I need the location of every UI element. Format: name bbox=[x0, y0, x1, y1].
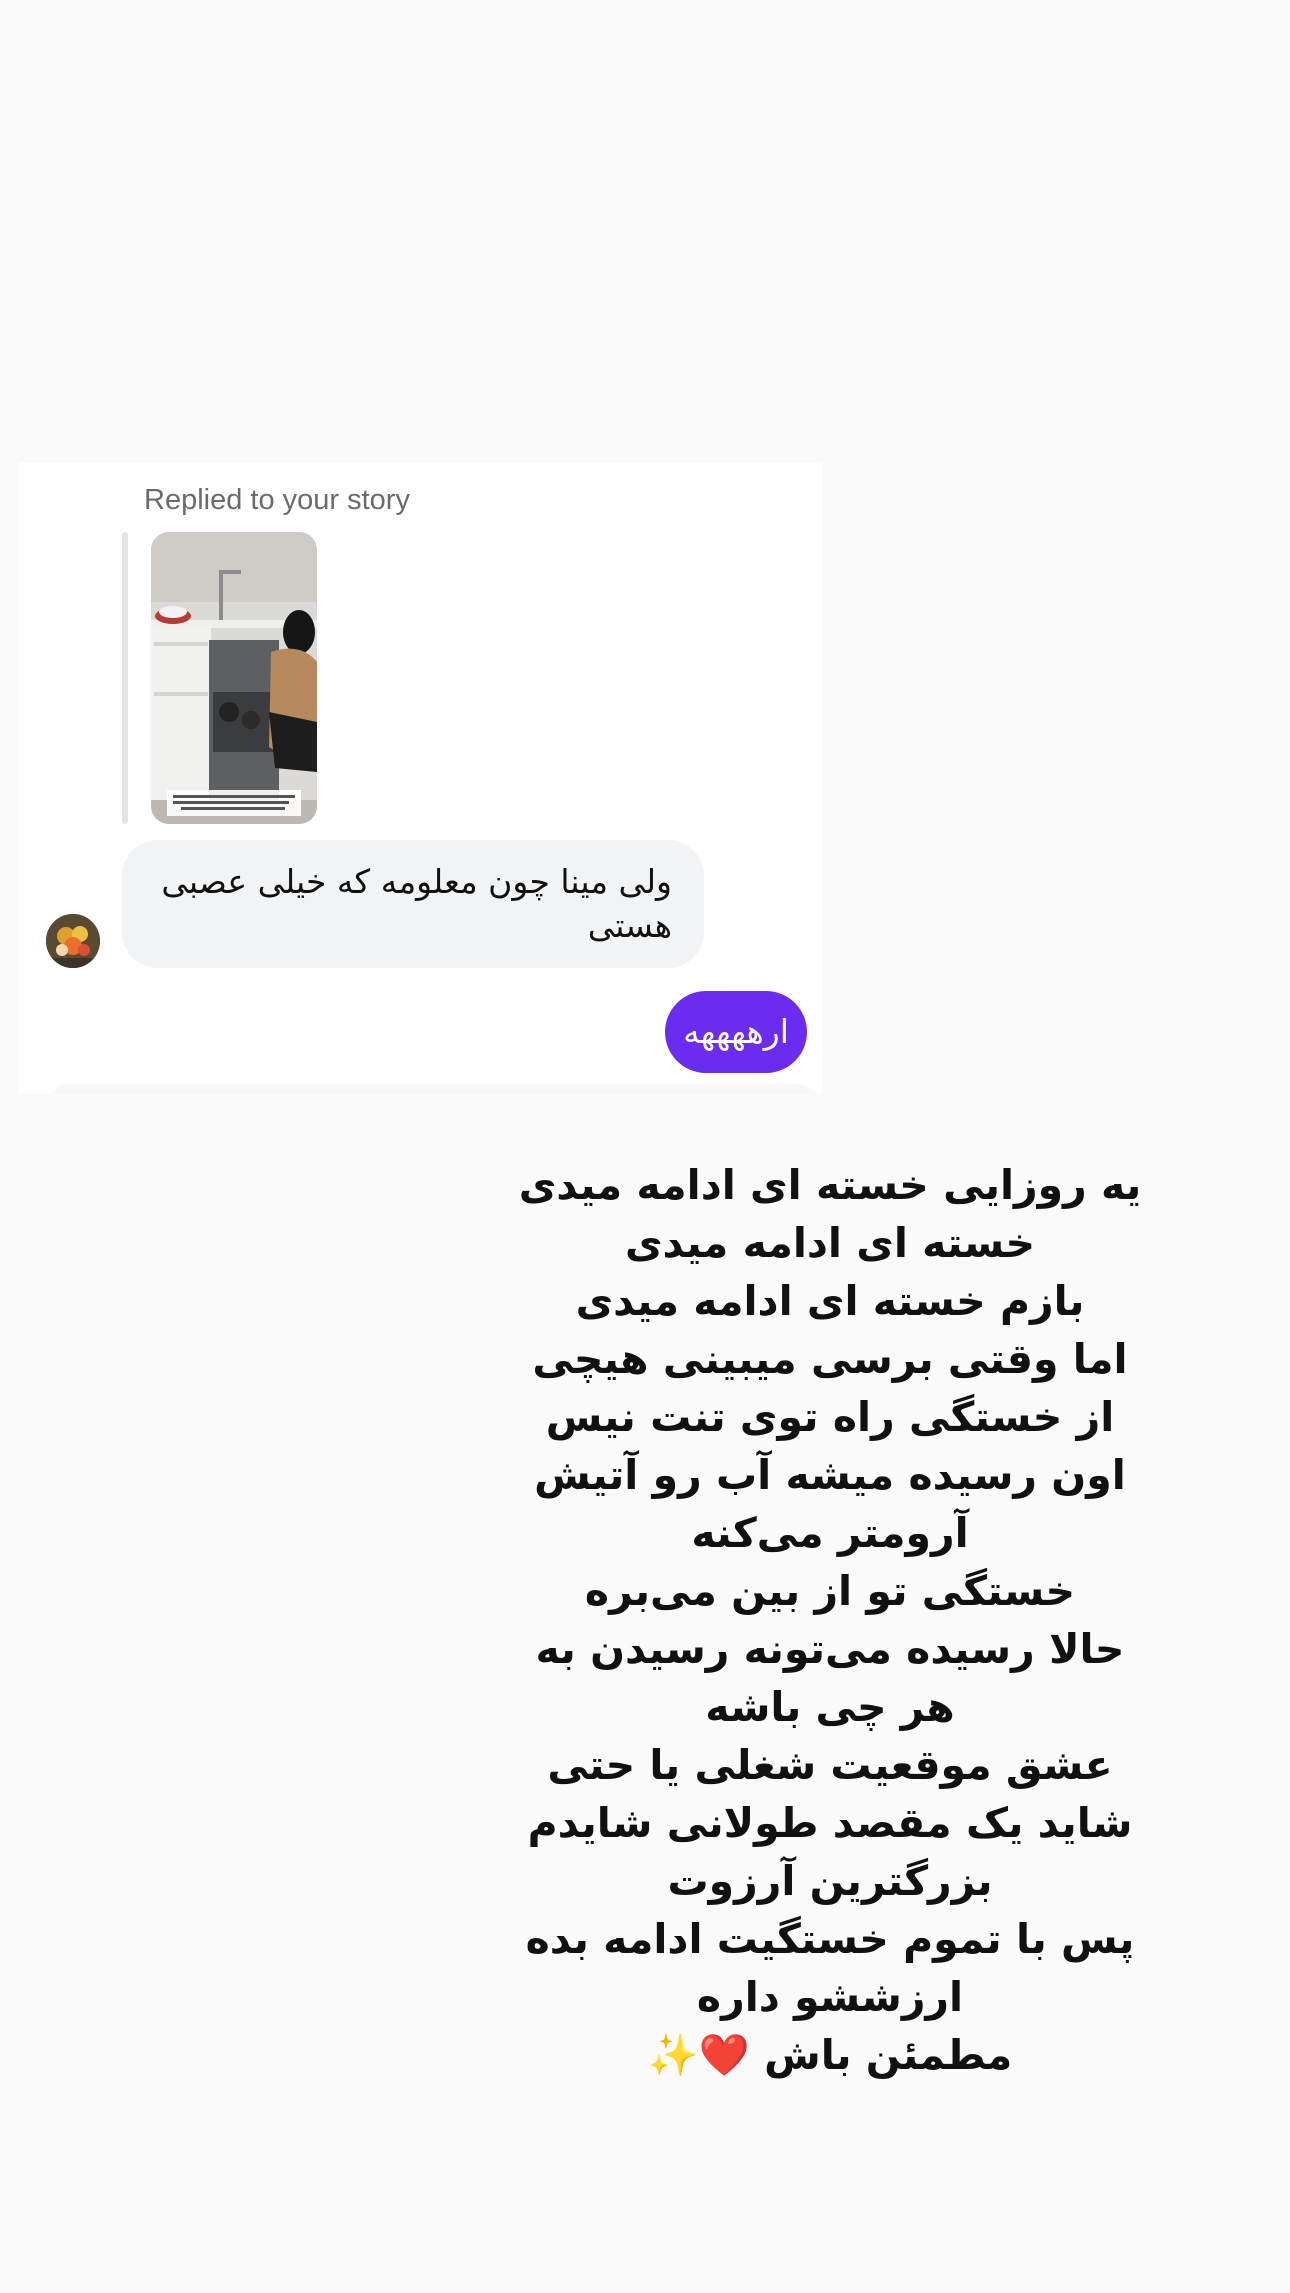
sender-avatar[interactable] bbox=[46, 914, 100, 968]
poem-line: خستگی تو از بین می‌بره bbox=[584, 1567, 1076, 1615]
poem-line: پس با تموم خستگیت ادامه بده bbox=[525, 1915, 1135, 1963]
poem-line: اون رسیده میشه آب رو آتیش bbox=[534, 1451, 1126, 1499]
poem-line: بازم خسته ای ادامه میدی bbox=[575, 1277, 1085, 1325]
outgoing-message-bubble[interactable]: ارههههه bbox=[665, 991, 807, 1073]
poem-last-line: مطمئن باش ❤️✨ bbox=[490, 2026, 1170, 2084]
poem-line: بزرگترین آرزوت bbox=[667, 1857, 993, 1905]
poem-line: از خستگی راه توی تنت نیس bbox=[545, 1393, 1115, 1441]
story-reply-bar bbox=[122, 532, 128, 824]
poem-text: یه روزایی خسته ای ادامه میدی خسته ای ادا… bbox=[490, 1156, 1170, 2084]
poem-line: عشق موقعیت شغلی یا حتی bbox=[547, 1741, 1113, 1789]
poem-last-line-text: مطمئن باش bbox=[764, 2031, 1013, 2079]
poem-line: آرومتر می‌کنه bbox=[691, 1509, 969, 1557]
avatar-image bbox=[46, 914, 100, 968]
poem-line: حالا رسیده می‌تونه رسیدن به bbox=[535, 1625, 1125, 1673]
heart-sparkles-emoji-icon: ❤️✨ bbox=[647, 2031, 750, 2079]
story-thumbnail[interactable] bbox=[151, 532, 317, 824]
incoming-message-bubble[interactable]: ولی مینا چون معلومه که خیلی عصبی هستی bbox=[122, 840, 704, 968]
poem-line: اما وقتی برسی میبینی هیچی bbox=[532, 1335, 1128, 1383]
dm-conversation-card: Replied to your story ولی مینا چون معلوم… bbox=[18, 462, 823, 1094]
poem-line: خسته ای ادامه میدی bbox=[624, 1219, 1036, 1267]
poem-line: شاید یک مقصد طولانی شایدم bbox=[527, 1799, 1133, 1847]
next-message-peek bbox=[48, 1086, 818, 1094]
poem-line: ارزششو داره bbox=[696, 1973, 964, 2021]
poem-line: یه روزایی خسته ای ادامه میدی bbox=[518, 1161, 1142, 1209]
poem-line: هر چی باشه bbox=[705, 1683, 955, 1731]
story-image bbox=[151, 532, 317, 824]
replied-to-story-label: Replied to your story bbox=[144, 484, 410, 516]
